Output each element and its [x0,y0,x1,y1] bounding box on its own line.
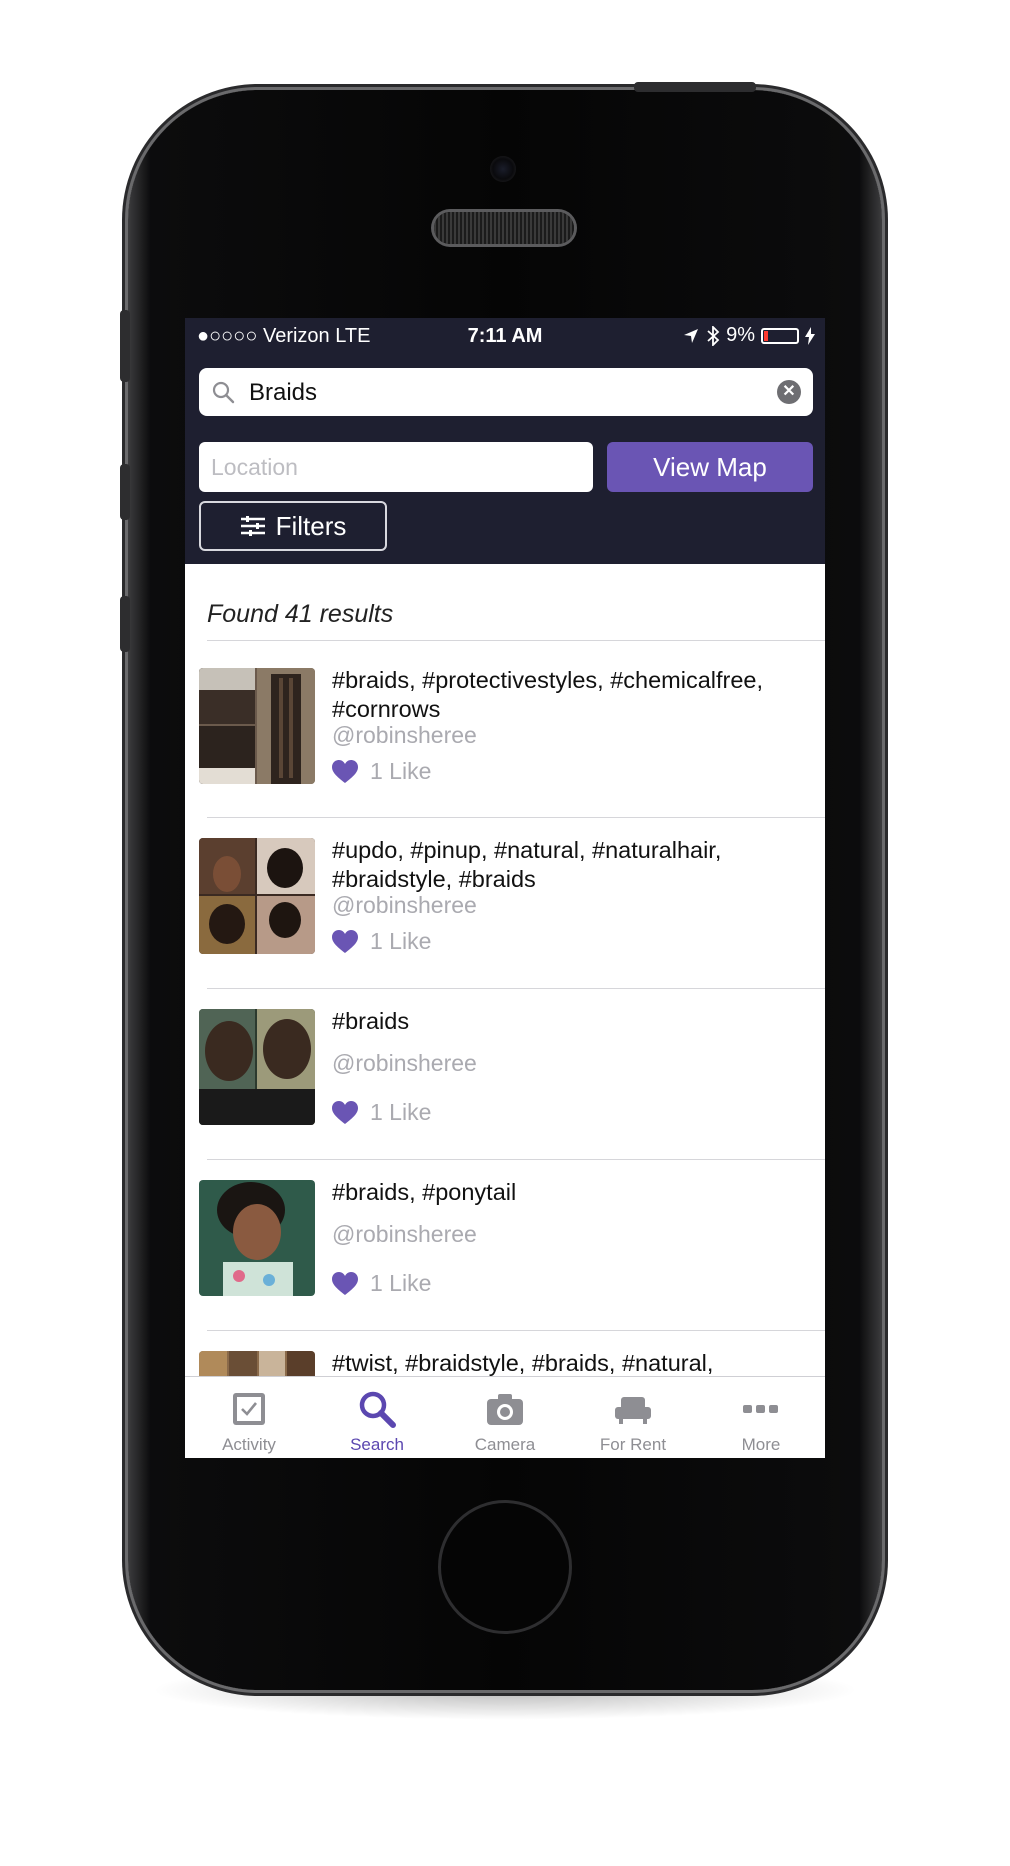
result-thumbnail[interactable] [199,1009,315,1125]
result-tags: #updo, #pinup, #natural, #naturalhair, #… [332,836,812,894]
tab-camera[interactable]: Camera [441,1377,569,1458]
result-tags: #twist, #braidstyle, #braids, #natural, [332,1349,812,1378]
tab-for-rent[interactable]: For Rent [569,1377,697,1458]
result-likes[interactable]: 1 Like [332,1099,431,1126]
tab-search[interactable]: Search [313,1377,441,1458]
heart-icon[interactable] [332,929,358,954]
tab-bar: Activity Search Camera For Rent More [185,1376,825,1458]
sliders-icon [240,516,265,536]
front-camera [490,156,516,182]
result-likes[interactable]: 1 Like [332,758,431,785]
tags-line: #updo, #pinup, #natural, #naturalhair, [332,837,722,863]
result-tags: #braids, #protectivestyles, #chemicalfre… [332,666,812,724]
tab-more[interactable]: More [697,1377,825,1458]
result-thumbnail[interactable] [199,838,315,954]
tab-label: Search [350,1435,404,1454]
heart-icon[interactable] [332,759,358,784]
search-icon [359,1391,396,1428]
filters-button[interactable]: Filters [199,501,387,551]
result-item[interactable]: #braids @robinsheree 1 Like [185,995,825,1167]
clear-search-icon[interactable]: ✕ [777,380,801,404]
result-thumbnail[interactable] [199,668,315,784]
charging-bolt-icon [805,326,815,345]
divider [207,1330,825,1331]
checkbox-icon [233,1393,265,1425]
likes-count: 1 Like [370,1099,432,1125]
result-item[interactable]: #updo, #pinup, #natural, #naturalhair, #… [185,824,825,996]
heart-icon[interactable] [332,1100,358,1125]
heart-icon[interactable] [332,1271,358,1296]
tags-line: #braids, #protectivestyles, #chemicalfre… [332,667,764,693]
location-placeholder: Location [211,454,298,480]
likes-count: 1 Like [370,1270,432,1296]
location-arrow-icon [684,328,699,343]
tab-label: Camera [474,1435,536,1454]
tab-label: More [741,1435,781,1454]
result-user[interactable]: @robinsheree [332,892,477,919]
divider [207,988,825,989]
result-item[interactable]: #braids, #protectivestyles, #chemicalfre… [185,654,825,826]
search-input[interactable]: Braids ✕ [199,368,813,416]
status-bar: ●○○○○ Verizon LTE 7:11 AM 9% [185,318,825,356]
result-likes[interactable]: 1 Like [332,1270,431,1297]
divider [207,1159,825,1160]
tags-line: #twist, #braidstyle, #braids, #natural, [332,1350,714,1376]
more-icon [743,1405,778,1413]
filters-label: Filters [275,510,347,541]
volume-down-button [120,596,130,652]
volume-up-button [120,464,130,520]
status-right: 9% [682,324,815,347]
result-tags: #braids, #ponytail [332,1178,812,1207]
result-user[interactable]: @robinsheree [332,1050,477,1077]
camera-icon [487,1394,523,1425]
result-user[interactable]: @robinsheree [332,722,477,749]
battery-percent: 9% [726,324,755,346]
view-map-button[interactable]: View Map [607,442,813,492]
home-button[interactable] [438,1500,572,1634]
mute-switch [120,310,130,382]
tab-activity[interactable]: Activity [185,1377,313,1458]
result-likes[interactable]: 1 Like [332,928,431,955]
search-icon [212,381,235,404]
likes-count: 1 Like [370,928,432,954]
chair-icon [615,1397,651,1424]
result-thumbnail[interactable] [199,1180,315,1296]
location-field[interactable]: Location [199,442,593,492]
tags-line: #braids [332,1008,410,1034]
divider [207,640,825,641]
power-button [634,82,756,92]
result-user[interactable]: @robinsheree [332,1221,477,1248]
bluetooth-icon [707,325,720,346]
tags-line: #braids, #ponytail [332,1179,517,1205]
result-tags: #braids [332,1007,812,1036]
tab-label: For Rent [599,1435,667,1454]
tags-line: #braidstyle, #braids [332,866,536,892]
tab-label: Activity [222,1435,276,1454]
divider [207,817,825,818]
result-item[interactable]: #braids, #ponytail @robinsheree 1 Like [185,1166,825,1338]
search-value: Braids [249,379,318,406]
search-header: ●○○○○ Verizon LTE 7:11 AM 9% Braids ✕ Lo… [185,318,825,564]
earpiece-speaker [434,212,574,244]
battery-icon [761,327,799,344]
likes-count: 1 Like [370,758,432,784]
results-count: Found 41 results [207,600,394,628]
app-screen: ●○○○○ Verizon LTE 7:11 AM 9% Braids ✕ Lo… [185,318,825,1458]
tags-line: #cornrows [332,696,441,722]
